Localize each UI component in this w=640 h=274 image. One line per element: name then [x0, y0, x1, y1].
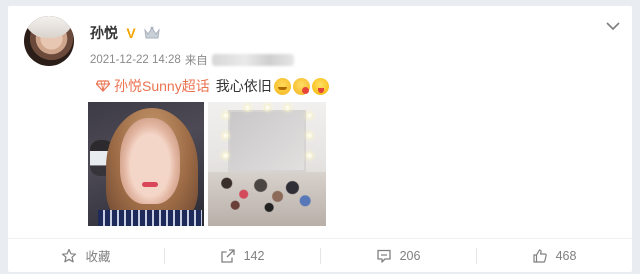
weibo-post-card: 孙悦 V 2021-12-22 14:28 来自 孙悦Sunny超话 我心依旧 — [8, 6, 632, 272]
share-icon — [220, 248, 235, 263]
emoji-kiss-icon — [292, 77, 310, 95]
chevron-down-icon[interactable] — [606, 21, 620, 31]
crown-icon — [144, 26, 160, 40]
avatar-hat-shape — [24, 16, 74, 38]
post-photo-dressing-room[interactable] — [208, 102, 326, 226]
post-photo-selfie[interactable] — [88, 102, 204, 226]
mirror-bulb — [244, 104, 251, 111]
repost-button[interactable]: 142 — [164, 239, 320, 272]
super-topic-link[interactable]: 孙悦Sunny超话 — [114, 76, 210, 96]
mirror-bulb — [306, 152, 313, 159]
like-button[interactable]: 468 — [476, 239, 632, 272]
mirror-bulb — [284, 104, 291, 111]
repost-count: 142 — [243, 248, 265, 263]
photo-lips — [142, 182, 158, 187]
emoji-tongue-icon — [311, 77, 329, 95]
post-content: 孙悦Sunny超话 我心依旧 — [96, 76, 329, 96]
mirror-bulb — [222, 132, 229, 139]
favorite-button[interactable]: 收藏 — [8, 239, 164, 272]
mirror-bulb — [222, 152, 229, 159]
mirror-bulb — [222, 112, 229, 119]
emoji-smile-icon — [273, 77, 291, 95]
blurred-source — [211, 54, 294, 66]
post-text: 我心依旧 — [215, 78, 272, 94]
post-timestamp[interactable]: 2021-12-22 14:28 — [90, 54, 181, 66]
comment-count: 206 — [399, 248, 421, 263]
verified-v-icon: V — [126, 25, 136, 41]
post-header: 孙悦 V — [90, 23, 160, 43]
diamond-topic-icon — [96, 80, 110, 92]
mirror-bulb — [306, 132, 313, 139]
username[interactable]: 孙悦 — [90, 23, 118, 43]
favorite-label: 收藏 — [85, 250, 111, 264]
thumbs-up-icon — [532, 248, 547, 263]
makeup-items — [214, 170, 320, 214]
action-bar: 收藏 142 206 468 — [8, 238, 632, 272]
source-prefix: 来自 — [184, 55, 208, 67]
like-count: 468 — [555, 248, 577, 263]
comment-icon — [376, 249, 391, 263]
mirror-bulb — [306, 112, 313, 119]
post-meta: 2021-12-22 14:28 来自 — [90, 52, 294, 68]
vanity-mirror — [228, 110, 306, 172]
photo-face — [120, 118, 180, 204]
mirror-bulb — [264, 104, 271, 111]
photo-dress — [98, 210, 202, 226]
comment-button[interactable]: 206 — [320, 239, 476, 272]
avatar[interactable] — [24, 16, 74, 66]
star-icon — [62, 248, 77, 262]
